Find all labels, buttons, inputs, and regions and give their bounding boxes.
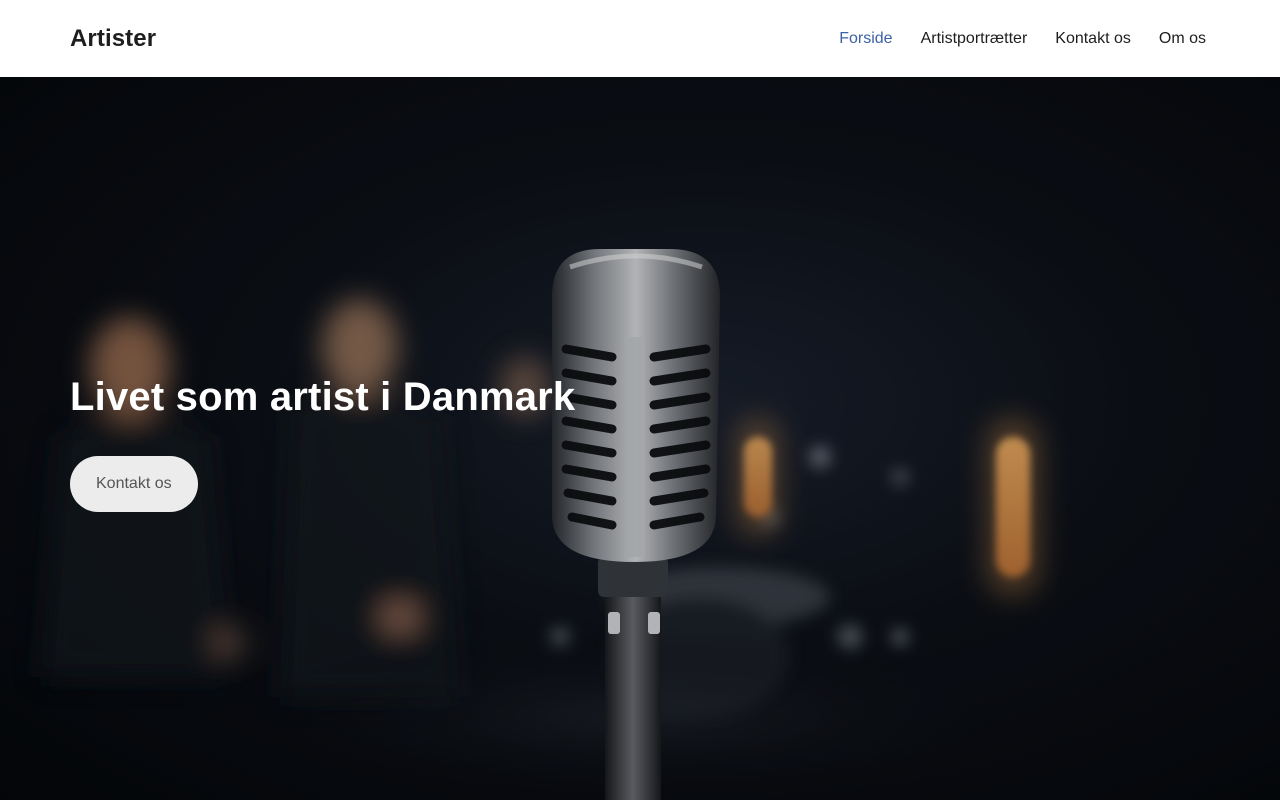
site-header: Artister Forside Artistportrætter Kontak… xyxy=(0,0,1280,77)
main-navigation: Forside Artistportrætter Kontakt os Om o… xyxy=(839,30,1206,48)
hero-section: Livet som artist i Danmark Kontakt os xyxy=(0,77,1280,800)
nav-item-forside[interactable]: Forside xyxy=(839,30,892,48)
contact-button[interactable]: Kontakt os xyxy=(70,456,198,512)
hero-title: Livet som artist i Danmark xyxy=(70,375,576,419)
nav-item-om-os[interactable]: Om os xyxy=(1159,30,1206,48)
nav-item-kontakt-os[interactable]: Kontakt os xyxy=(1055,30,1131,48)
site-title-link[interactable]: Artister xyxy=(70,25,156,53)
nav-item-artistportraetter[interactable]: Artistportrætter xyxy=(921,30,1028,48)
hero-content: Livet som artist i Danmark Kontakt os xyxy=(70,375,575,512)
